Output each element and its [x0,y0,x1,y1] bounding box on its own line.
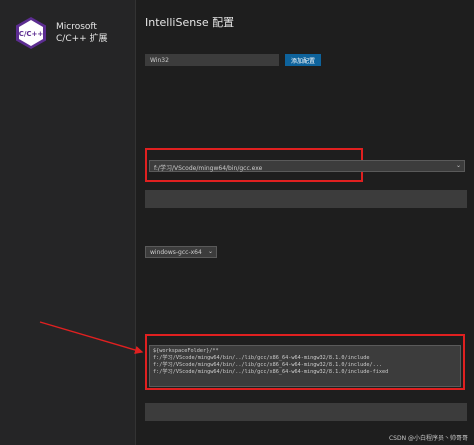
settings-main: IntelliSense 配置 Win32 添加配置 f:/学习/VScode/… [137,0,474,445]
compiler-args-section [145,187,467,208]
compiler-path-value: f:/学习/VScode/mingw64/bin/gcc.exe [154,165,263,172]
extension-header: C/C++ Microsoft C/C++ 扩展 [0,0,135,50]
chevron-down-icon[interactable]: ⌄ [208,248,213,255]
compiler-path-select[interactable]: f:/学习/VScode/mingw64/bin/gcc.exe ⌄ [149,160,465,172]
include-path-line: f:/学习/VScode/mingw64/bin/../lib/gcc/x86_… [153,369,389,375]
chevron-down-icon[interactable]: ⌄ [456,162,461,169]
intellisense-mode-value: windows-gcc-x64 [150,249,202,256]
cpp-logo-icon: C/C++ [14,16,48,50]
page-title: IntelliSense 配置 [145,16,235,29]
logo-text: C/C++ [19,30,44,38]
defines-section [145,400,467,421]
extension-sidebar: C/C++ Microsoft C/C++ 扩展 [0,0,136,445]
include-path-line: f:/学习/VScode/mingw64/bin/../lib/gcc/x86_… [153,362,382,368]
extension-title-line1: Microsoft [56,22,97,32]
intellisense-mode-select[interactable]: windows-gcc-x64 ⌄ [145,246,217,258]
config-name-section: Win32 添加配置 [145,54,474,66]
include-path-textarea[interactable]: ${workspaceFolder}/** f:/学习/VScode/mingw… [149,345,461,387]
extension-title-line2: C/C++ 扩展 [56,34,108,44]
include-path-line: f:/学习/VScode/mingw64/bin/../lib/gcc/x86_… [153,355,370,361]
add-config-button[interactable]: 添加配置 [285,54,322,66]
intellisense-mode-section: windows-gcc-x64 ⌄ [145,240,467,258]
extension-title: Microsoft C/C++ 扩展 [56,21,108,45]
include-path-line: ${workspaceFolder}/** [153,348,219,354]
compiler-args-input[interactable] [145,190,467,208]
config-name-input[interactable]: Win32 [145,54,279,66]
defines-input[interactable] [145,403,467,421]
watermark: CSDN @小白程序员丶帅哥哥 [388,435,468,442]
